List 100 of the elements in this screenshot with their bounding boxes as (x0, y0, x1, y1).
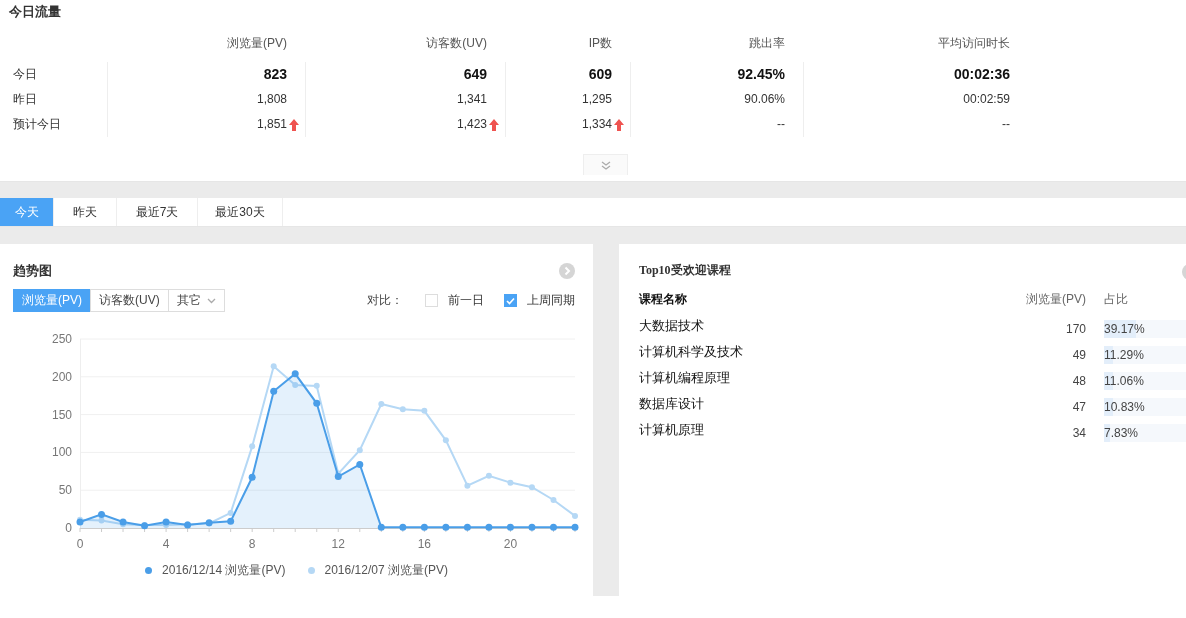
metric-button[interactable]: 访客数(UV) (90, 289, 169, 312)
x-tick-label: 12 (331, 537, 345, 551)
checkbox-label: 前一日 (448, 292, 484, 309)
row-label: 今日 (12, 66, 38, 83)
data-point (270, 387, 278, 395)
data-point (572, 512, 578, 519)
column-header: IP数 (587, 35, 613, 52)
panel-title: 趋势图 (12, 262, 52, 278)
share-cell-text: 11.29% (1104, 347, 1144, 364)
views-cell-text: 49 (1071, 347, 1086, 364)
data-point (356, 447, 363, 454)
column-header: 浏览量(PV) (226, 35, 288, 52)
column-header: 浏览量(PV) (1025, 291, 1086, 308)
metric-value: 1,295 (581, 91, 612, 108)
metric-value: 1,341 (456, 91, 487, 108)
legend-label[interactable]: 2016/12/07 浏览量(PV) (324, 562, 448, 579)
data-point (506, 523, 514, 531)
data-point (442, 523, 450, 531)
data-point (377, 523, 385, 531)
course-name: 计算机原理 (639, 421, 705, 439)
x-tick-label: 8 (248, 537, 256, 551)
column-header: 占比 (1103, 291, 1129, 308)
metric-value: 1,808 (256, 91, 287, 108)
metric-value: -- (1002, 116, 1010, 133)
course-name: 大数据技术 (639, 317, 705, 335)
data-point (550, 523, 557, 531)
metric-value: 649 (463, 65, 487, 84)
panel-title: Top10受欢迎课程 (638, 262, 731, 278)
data-point (528, 484, 535, 491)
x-tick-label: 16 (417, 537, 432, 551)
metric-value: 823 (263, 65, 287, 84)
arrow-circle-icon[interactable] (559, 263, 575, 279)
views-cell-text: 34 (1071, 425, 1086, 442)
data-point (249, 443, 256, 450)
y-tick-label: 100 (51, 445, 72, 460)
data-point (463, 523, 471, 531)
y-tick-label: 250 (51, 332, 72, 346)
metric-value: -- (777, 116, 785, 133)
compare-label: 对比： (367, 292, 403, 309)
caret-icon (206, 297, 216, 304)
share-cell-text: 39.17% (1104, 321, 1145, 338)
column-header: 跳出率 (748, 35, 786, 52)
x-tick-label: 0 (76, 537, 84, 551)
metric-dropdown[interactable]: 其它 (167, 289, 225, 312)
data-point (571, 523, 579, 531)
data-point (420, 523, 428, 531)
data-point (485, 523, 493, 531)
share-cell-text: 7.83% (1104, 425, 1139, 442)
checkbox[interactable] (504, 294, 517, 307)
views-cell-text: 170 (1064, 321, 1086, 338)
data-point (291, 370, 299, 378)
metric-value: 609 (588, 65, 612, 84)
data-point (205, 519, 213, 527)
data-point (399, 406, 406, 413)
data-point (464, 482, 471, 489)
metric-value: 92.45% (737, 65, 785, 84)
data-point (313, 382, 320, 389)
data-point (270, 363, 277, 370)
data-point (248, 473, 256, 481)
data-point (292, 382, 299, 389)
metric-value: 00:02:36 (953, 65, 1010, 84)
checkbox-label: 上周同期 (527, 292, 575, 309)
data-point (356, 461, 364, 468)
views-cell-text: 48 (1071, 373, 1086, 390)
row-label: 预计今日 (12, 116, 62, 133)
y-tick-label: 50 (58, 483, 72, 498)
metric-value: 1,423 (456, 116, 487, 133)
legend-label[interactable]: 2016/12/14 浏览量(PV) (162, 562, 286, 579)
data-point (313, 399, 321, 407)
y-tick-label: 0 (65, 521, 72, 535)
data-point (399, 523, 407, 531)
course-name: 计算机科学及技术 (639, 343, 744, 361)
data-point (485, 472, 492, 479)
views-cell-text: 47 (1071, 399, 1086, 416)
share-cell-text: 10.83% (1104, 399, 1145, 416)
share-cell-text: 11.06% (1104, 373, 1144, 390)
metric-value: 1,334 (581, 116, 612, 133)
data-point (550, 497, 557, 504)
data-point (378, 401, 385, 407)
data-point (421, 407, 428, 414)
x-tick-label: 4 (162, 537, 170, 551)
x-tick-label: 20 (503, 537, 518, 551)
y-tick-label: 200 (51, 369, 72, 384)
column-header: 平均访问时长 (937, 35, 1011, 52)
metric-value: 90.06% (744, 91, 785, 108)
column-header: 访客数(UV) (425, 35, 488, 52)
section-title: 今日流量 (8, 3, 62, 21)
data-point (184, 521, 192, 529)
course-name: 计算机编程原理 (639, 369, 731, 387)
y-tick-label: 150 (51, 407, 72, 422)
metric-value: 00:02:59 (963, 91, 1010, 108)
column-header: 课程名称 (639, 291, 688, 308)
data-point (528, 523, 536, 531)
expand-button[interactable] (583, 154, 628, 175)
course-name: 数据库设计 (639, 395, 705, 413)
data-point (141, 522, 149, 530)
data-point (507, 479, 514, 486)
row-label: 昨日 (12, 91, 38, 108)
data-point (442, 437, 449, 444)
double-chevron-icon (600, 160, 611, 170)
